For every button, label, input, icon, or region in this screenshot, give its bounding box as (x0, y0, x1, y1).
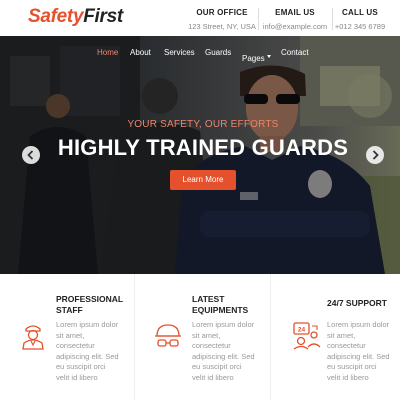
feature-text: Lorem ipsum dolor sit amet, consectetur … (192, 320, 255, 383)
feature-title-line2: STAFF (56, 305, 83, 315)
feature-title-line1: LATEST (192, 294, 225, 304)
feature-text-line: consectetur (56, 341, 95, 350)
feature-title: 24/7 SUPPORT (327, 298, 387, 309)
feature-text-line: velit id libero (327, 372, 369, 382)
brand-logo-part1: Safety (28, 6, 84, 27)
feature-title: LATEST EQUIPMENTS (192, 294, 248, 316)
feature-text: Lorem ipsum dolor sit amet, consectetur … (56, 320, 119, 383)
svg-text:24: 24 (298, 327, 306, 334)
feature-text-line: adipiscing elit. Sed (327, 351, 390, 361)
divider (332, 8, 333, 30)
security-officer-icon (22, 325, 44, 350)
feature-text-line: eu suscipit orci (56, 362, 106, 371)
nav-item-services[interactable]: Services (164, 48, 195, 57)
feature-text: Lorem ipsum dolor sit amet, consectetur … (327, 320, 390, 383)
feature-text-line: sit amet, (327, 330, 356, 340)
feature-text-line: sit amet, (192, 330, 221, 340)
contact-email: EMAIL US info@example.com (262, 8, 328, 31)
feature-text-line: adipiscing elit. Sed (192, 351, 255, 361)
feature-text-line: sit amet, (56, 330, 85, 340)
contact-phone-title: CALL US (342, 8, 378, 17)
feature-text-line: eu suscipit orci (192, 362, 242, 371)
contact-office: OUR OFFICE 123 Street, NY, USA (188, 8, 256, 31)
nav-item-home[interactable]: Home (97, 48, 118, 57)
feature-text-line: Lorem ipsum dolor (192, 320, 255, 329)
feature-text-line: Lorem ipsum dolor (327, 320, 390, 329)
support-24-7-icon: 24 (293, 322, 321, 350)
caret-down-icon (266, 55, 271, 59)
brand-logo-part2: First (83, 6, 123, 27)
slider-prev-button[interactable] (22, 146, 40, 164)
nav-item-pages[interactable]: Pages (242, 48, 271, 66)
feature-text-line: consectetur (192, 341, 231, 350)
chevron-right-icon (372, 150, 379, 160)
feature-text-line: Lorem ipsum dolor (56, 320, 119, 329)
contact-phone: CALL US +012 345 6789 (334, 8, 386, 31)
feature-title-line1: 24/7 SUPPORT (327, 298, 387, 308)
slider-next-button[interactable] (366, 146, 384, 164)
nav-item-pages-label: Pages (242, 54, 265, 63)
feature-text-line: velit id libero (192, 372, 234, 382)
feature-title-line1: PROFESSIONAL (56, 294, 124, 304)
main-nav: Home About Services Guards Pages Contact (0, 48, 400, 63)
top-bar: SafetyFirst OUR OFFICE 123 Street, NY, U… (0, 0, 400, 36)
divider (258, 8, 259, 30)
chevron-left-icon (27, 150, 34, 160)
hero-title: HIGHLY TRAINED GUARDS (57, 135, 349, 160)
feature-text-line: adipiscing elit. Sed (56, 351, 119, 361)
hero-slider: Home About Services Guards Pages Contact… (0, 36, 400, 274)
nav-item-contact[interactable]: Contact (281, 48, 309, 57)
learn-more-button[interactable]: Learn More (170, 170, 236, 190)
contact-office-title: OUR OFFICE (196, 8, 248, 17)
feature-text-line: consectetur (327, 341, 366, 350)
feature-support: 24/7 SUPPORT 24 Lorem ipsum dolor sit am… (271, 274, 400, 400)
hero-subtitle: YOUR SAFETY, OUR EFFORTS (127, 119, 279, 130)
feature-professional-staff: PROFESSIONAL STAFF Lorem ipsum dolor sit… (0, 274, 134, 400)
helmet-goggles-icon (155, 324, 181, 347)
feature-text-line: velit id libero (56, 372, 98, 382)
feature-title: PROFESSIONAL STAFF (56, 294, 123, 316)
contact-phone-value[interactable]: +012 345 6789 (334, 22, 386, 31)
features-section: PROFESSIONAL STAFF Lorem ipsum dolor sit… (0, 274, 400, 400)
feature-title-line2: EQUIPMENTS (192, 305, 249, 315)
contact-email-value[interactable]: info@example.com (262, 22, 328, 31)
feature-latest-equipments: LATEST EQUIPMENTS Lorem ipsum dolor sit … (135, 274, 270, 400)
feature-text-line: eu suscipit orci (327, 362, 377, 371)
contact-email-title: EMAIL US (275, 8, 315, 17)
nav-item-about[interactable]: About (130, 48, 151, 57)
contact-office-value: 123 Street, NY, USA (188, 22, 256, 31)
nav-item-guards[interactable]: Guards (205, 48, 231, 57)
brand-logo[interactable]: SafetyFirst (28, 6, 123, 28)
